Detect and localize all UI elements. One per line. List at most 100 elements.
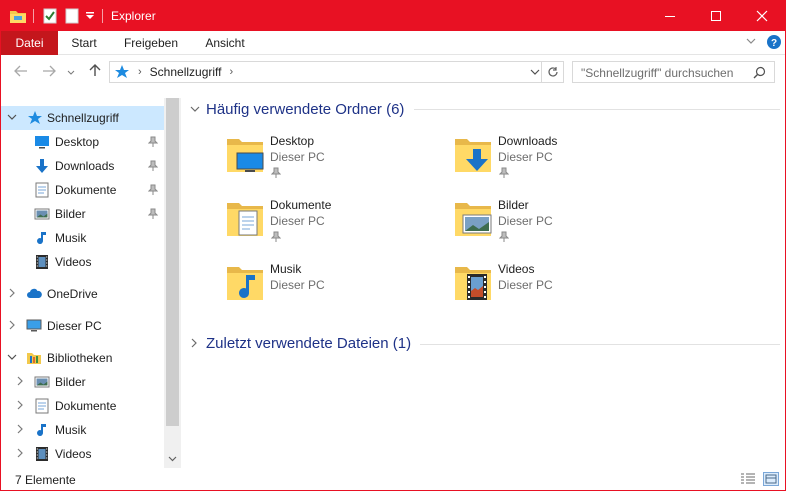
customize-toolbar-icon[interactable]	[85, 6, 95, 26]
sidebar-item-musik[interactable]: Musik	[1, 226, 164, 250]
recent-locations-button[interactable]	[61, 63, 81, 81]
sidebar-item-label: Bilder	[55, 207, 86, 221]
details-view-button[interactable]	[740, 472, 756, 486]
chevron-down-icon[interactable]	[6, 113, 18, 124]
folder-tile-desktop[interactable]: Desktop Dieser PC	[225, 133, 445, 189]
chevron-right-icon[interactable]	[6, 288, 18, 301]
folder-tile-videos[interactable]: Videos Dieser PC	[453, 261, 673, 317]
sidebar-item-onedrive[interactable]: OneDrive	[1, 282, 164, 306]
chevron-right-icon[interactable]	[14, 376, 26, 389]
folder-name: Musik	[270, 262, 302, 276]
sidebar-scrollbar[interactable]	[164, 98, 181, 468]
pictures-icon	[34, 376, 50, 388]
sidebar-item-label: Bilder	[55, 375, 86, 389]
group-header-recent[interactable]: Zuletzt verwendete Dateien (1)	[190, 332, 411, 354]
chevron-right-icon[interactable]	[6, 320, 18, 333]
folder-icon	[455, 139, 491, 172]
new-folder-icon[interactable]	[65, 6, 79, 26]
folder-app-icon	[9, 6, 27, 26]
pin-icon[interactable]	[148, 208, 158, 220]
folder-tile-downloads[interactable]: Downloads Dieser PC	[453, 133, 673, 189]
sidebar-item-lib-dokumente[interactable]: Dokumente	[1, 394, 164, 418]
chevron-down-icon[interactable]	[6, 353, 18, 364]
folder-icon	[455, 203, 492, 236]
refresh-button[interactable]	[541, 62, 563, 82]
chevron-down-icon	[168, 456, 177, 462]
folder-name: Dokumente	[270, 198, 332, 212]
maximize-icon	[711, 11, 721, 21]
breadcrumb-current[interactable]: Schnellzugriff	[150, 65, 222, 79]
pin-icon[interactable]	[148, 136, 158, 148]
content-pane: Häufig verwendete Ordner (6) Desktop Die…	[182, 89, 785, 468]
folder-tile-dokumente[interactable]: Dokumente Dieser PC	[225, 197, 445, 253]
refresh-icon	[547, 67, 558, 77]
scroll-down-button[interactable]	[164, 452, 181, 466]
chevron-right-icon	[191, 338, 197, 348]
tab-ansicht[interactable]: Ansicht	[197, 31, 253, 55]
music-icon	[37, 424, 46, 437]
star-icon	[28, 111, 42, 124]
minimize-button[interactable]	[647, 1, 693, 31]
group-header-frequent[interactable]: Häufig verwendete Ordner (6)	[190, 98, 404, 120]
sidebar-item-label: Dokumente	[55, 183, 117, 197]
search-placeholder: "Schnellzugriff" durchsuchen	[581, 66, 734, 80]
expand-ribbon-button[interactable]	[745, 35, 757, 47]
sidebar-item-label: Videos	[55, 255, 92, 269]
sidebar-item-label: Musik	[55, 423, 87, 437]
folder-icon	[227, 203, 263, 236]
folder-tile-musik[interactable]: Musik Dieser PC	[225, 261, 445, 317]
forward-button[interactable]	[39, 63, 59, 81]
close-icon	[756, 10, 768, 22]
maximize-button[interactable]	[693, 1, 739, 31]
sidebar-item-lib-bilder[interactable]: Bilder	[1, 370, 164, 394]
sidebar-item-downloads[interactable]: Downloads	[1, 154, 164, 178]
chevron-down-icon	[746, 38, 756, 44]
scrollbar-thumb[interactable]	[166, 98, 179, 426]
up-button[interactable]	[85, 63, 105, 81]
tiles-view-icon	[765, 474, 777, 484]
folder-location: Dieser PC	[270, 150, 325, 164]
chevron-right-icon[interactable]	[14, 448, 26, 461]
sidebar-item-lib-videos[interactable]: Videos	[1, 442, 164, 466]
sidebar-item-dokumente[interactable]: Dokumente	[1, 178, 164, 202]
chevron-right-icon[interactable]	[14, 400, 26, 413]
pin-icon[interactable]	[148, 184, 158, 196]
group-title: Zuletzt verwendete Dateien (1)	[206, 334, 412, 352]
folder-name: Downloads	[498, 134, 558, 148]
folder-location: Dieser PC	[270, 278, 325, 292]
navigation-bar: › Schnellzugriff › "Schnellzugriff" durc…	[1, 57, 785, 87]
sidebar-item-bibliotheken[interactable]: Bibliotheken	[1, 346, 164, 370]
sidebar-item-bilder[interactable]: Bilder	[1, 202, 164, 226]
svg-text:?: ?	[771, 38, 777, 49]
sidebar-item-schnellzugriff[interactable]: Schnellzugriff	[1, 106, 164, 130]
folder-tile-bilder[interactable]: Bilder Dieser PC	[453, 197, 673, 253]
help-button[interactable]: ?	[766, 34, 782, 50]
search-input[interactable]: "Schnellzugriff" durchsuchen	[572, 61, 775, 83]
chevron-right-icon[interactable]	[14, 424, 26, 437]
tab-freigeben[interactable]: Freigeben	[117, 31, 185, 55]
explorer-window: Explorer Datei Start Freigeben Ansicht ?	[0, 0, 786, 491]
navigation-pane: Schnellzugriff Desktop Downloads Dokumen…	[1, 98, 181, 468]
sidebar-item-label: Videos	[55, 447, 92, 461]
properties-icon[interactable]	[43, 6, 57, 26]
large-icons-view-button[interactable]	[763, 472, 779, 486]
folder-name: Videos	[498, 262, 535, 276]
folder-icon	[227, 267, 263, 300]
sidebar-item-desktop[interactable]: Desktop	[1, 130, 164, 154]
tab-datei[interactable]: Datei	[1, 31, 58, 55]
sidebar-item-videos[interactable]: Videos	[1, 250, 164, 274]
arrow-left-icon	[14, 65, 27, 77]
sidebar-item-dieser-pc[interactable]: Dieser PC	[1, 314, 164, 338]
sidebar-item-label: Dieser PC	[47, 319, 102, 333]
sidebar-item-label: Musik	[55, 231, 87, 245]
close-button[interactable]	[739, 1, 785, 31]
chevron-down-icon[interactable]	[530, 68, 540, 76]
tab-start[interactable]: Start	[63, 31, 105, 55]
pin-icon	[271, 231, 281, 242]
group-divider	[414, 109, 780, 110]
search-icon	[753, 66, 766, 79]
address-bar[interactable]: › Schnellzugriff ›	[109, 61, 564, 83]
sidebar-item-lib-musik[interactable]: Musik	[1, 418, 164, 442]
back-button[interactable]	[11, 63, 31, 81]
pin-icon[interactable]	[148, 160, 158, 172]
